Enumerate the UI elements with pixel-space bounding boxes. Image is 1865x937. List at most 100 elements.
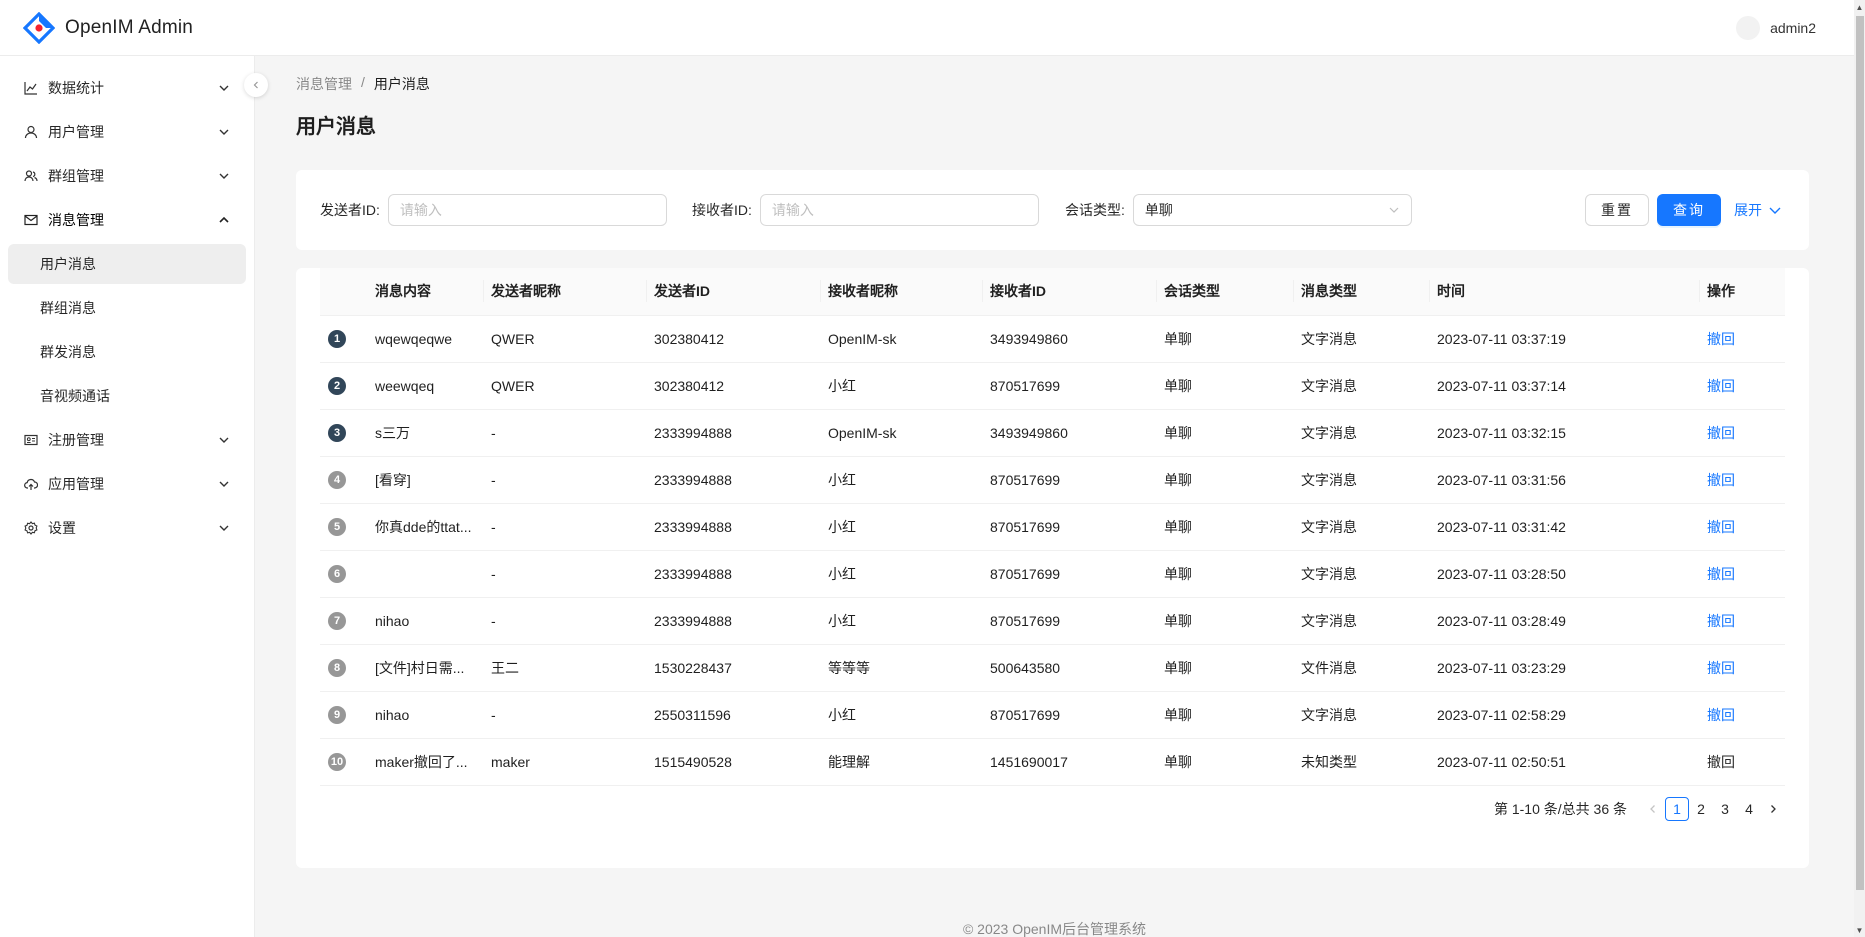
page-2-button[interactable]: 2: [1689, 797, 1713, 821]
sender-nick-cell: -: [483, 456, 646, 504]
sender-id-cell: 2333994888: [646, 503, 820, 551]
row-index-badge: 3: [328, 424, 346, 442]
sidebar-item-data-stats[interactable]: 数据统计: [8, 68, 246, 108]
revoke-link[interactable]: 撤回: [1707, 472, 1735, 488]
table-row: 2 weewqeq QWER 302380412 小红 870517699 单聊…: [320, 362, 1785, 410]
session-type-select[interactable]: 单聊: [1132, 194, 1412, 226]
revoke-link[interactable]: 撤回: [1707, 566, 1735, 582]
sidebar-menu: 数据统计 用户管理 群组管理 消息管理 用户消息 群组消息 群发消息 音视频通话…: [0, 56, 254, 548]
top-header: OpenIM Admin admin2: [0, 0, 1854, 56]
message-type-cell: 文件消息: [1293, 644, 1429, 692]
sidebar-item-group-management[interactable]: 群组管理: [8, 156, 246, 196]
table-row: 3 s三万 - 2333994888 OpenIM-sk 3493949860 …: [320, 409, 1785, 457]
user-menu[interactable]: admin2: [1736, 16, 1816, 40]
message-content-cell: 你真dde的ttat...: [367, 503, 483, 551]
sidebar: 数据统计 用户管理 群组管理 消息管理 用户消息 群组消息 群发消息 音视频通话…: [0, 56, 255, 937]
action-cell: 撤回: [1699, 456, 1785, 504]
sidebar-item-av-calls[interactable]: 音视频通话: [8, 376, 246, 416]
sender-nick-cell: -: [483, 409, 646, 457]
column-header-action: 操作: [1699, 268, 1785, 316]
message-content-cell: weewqeq: [367, 362, 483, 410]
chevron-up-icon: [219, 216, 229, 223]
page-4-button[interactable]: 4: [1737, 797, 1761, 821]
next-page-button[interactable]: [1761, 797, 1785, 821]
revoke-link[interactable]: 撤回: [1707, 660, 1735, 676]
username[interactable]: admin2: [1770, 20, 1816, 36]
scroll-thumb[interactable]: [1856, 16, 1864, 890]
receiver-id-input[interactable]: 请输入: [759, 194, 1039, 226]
sidebar-item-user-messages[interactable]: 用户消息: [8, 244, 246, 284]
sender-nick-cell: QWER: [483, 362, 646, 410]
sender-nick-cell: 王二: [483, 644, 646, 692]
sidebar-collapse-button[interactable]: [244, 73, 268, 97]
sidebar-item-label: 注册管理: [48, 432, 104, 448]
time-cell: 2023-07-11 03:28:49: [1429, 597, 1699, 645]
row-index-cell: 2: [320, 362, 367, 410]
receiver-nick-cell: 小红: [820, 362, 982, 410]
sidebar-item-label: 消息管理: [48, 212, 104, 228]
row-index-cell: 3: [320, 409, 367, 457]
page-3-button[interactable]: 3: [1713, 797, 1737, 821]
expand-button[interactable]: 展开: [1734, 194, 1782, 226]
sender-nick-cell: maker: [483, 738, 646, 786]
message-type-cell: 文字消息: [1293, 691, 1429, 739]
receiver-id-cell: 870517699: [982, 550, 1156, 598]
prev-page-button[interactable]: [1641, 797, 1665, 821]
receiver-id-cell: 1451690017: [982, 738, 1156, 786]
breadcrumb-current: 用户消息: [373, 76, 430, 92]
table-row: 6 - 2333994888 小红 870517699 单聊 文字消息 2023…: [320, 550, 1785, 598]
revoke-link[interactable]: 撤回: [1707, 378, 1735, 394]
sender-id-input[interactable]: 请输入: [387, 194, 667, 226]
receiver-id-label: 接收者ID:: [692, 202, 752, 218]
app-logo[interactable]: OpenIM Admin: [22, 11, 193, 44]
scroll-down-arrow-icon[interactable]: ▼: [1854, 923, 1865, 937]
page-scrollbar[interactable]: ▲ ▼: [1854, 0, 1865, 937]
action-cell: 撤回: [1699, 597, 1785, 645]
revoke-link[interactable]: 撤回: [1707, 519, 1735, 535]
revoke-link[interactable]: 撤回: [1707, 425, 1735, 441]
chevron-down-icon: [1769, 207, 1781, 214]
sidebar-item-user-management[interactable]: 用户管理: [8, 112, 246, 152]
receiver-id-cell: 870517699: [982, 597, 1156, 645]
revoke-link[interactable]: 撤回: [1707, 707, 1735, 723]
team-icon: [24, 169, 38, 183]
sidebar-item-mass-messages[interactable]: 群发消息: [8, 332, 246, 372]
receiver-id-cell: 3493949860: [982, 315, 1156, 363]
sidebar-item-group-messages[interactable]: 群组消息: [8, 288, 246, 328]
breadcrumb-parent[interactable]: 消息管理: [296, 74, 352, 94]
revoke-link[interactable]: 撤回: [1707, 331, 1735, 347]
row-index-badge: 6: [328, 565, 346, 583]
row-index-cell: 1: [320, 315, 367, 363]
sender-id-cell: 2333994888: [646, 409, 820, 457]
message-table: 消息内容 发送者昵称 发送者ID 接收者昵称 接收者ID 会话类型 消息类型 时…: [320, 268, 1785, 786]
avatar[interactable]: [1736, 16, 1761, 40]
receiver-nick-cell: OpenIM-sk: [820, 315, 982, 363]
sender-id-field: 发送者ID: 请输入: [320, 194, 667, 226]
sidebar-item-label: 应用管理: [48, 476, 104, 492]
chevron-down-icon: [219, 437, 229, 443]
setting-icon: [24, 521, 38, 535]
sidebar-item-registration-management[interactable]: 注册管理: [8, 420, 246, 460]
message-type-cell: 文字消息: [1293, 456, 1429, 504]
scroll-up-arrow-icon[interactable]: ▲: [1854, 0, 1865, 14]
query-button[interactable]: 查询: [1657, 194, 1721, 226]
revoke-link[interactable]: 撤回: [1707, 613, 1735, 629]
row-index-cell: 9: [320, 691, 367, 739]
sidebar-item-app-management[interactable]: 应用管理: [8, 464, 246, 504]
reset-button[interactable]: 重置: [1585, 194, 1649, 226]
session-type-cell: 单聊: [1156, 691, 1293, 739]
time-cell: 2023-07-11 03:32:15: [1429, 409, 1699, 457]
page-1-button[interactable]: 1: [1665, 797, 1689, 821]
session-type-cell: 单聊: [1156, 597, 1293, 645]
receiver-nick-cell: 能理解: [820, 738, 982, 786]
receiver-id-field: 接收者ID: 请输入: [692, 194, 1039, 226]
sidebar-item-settings[interactable]: 设置: [8, 508, 246, 548]
column-header-content: 消息内容: [367, 268, 483, 316]
sidebar-item-message-management[interactable]: 消息管理: [8, 200, 246, 240]
logo-icon: [22, 11, 56, 44]
row-index-badge: 7: [328, 612, 346, 630]
column-header-time: 时间: [1429, 268, 1699, 316]
action-cell: 撤回: [1699, 644, 1785, 692]
chevron-left-icon: [1650, 805, 1655, 813]
time-cell: 2023-07-11 02:58:29: [1429, 691, 1699, 739]
